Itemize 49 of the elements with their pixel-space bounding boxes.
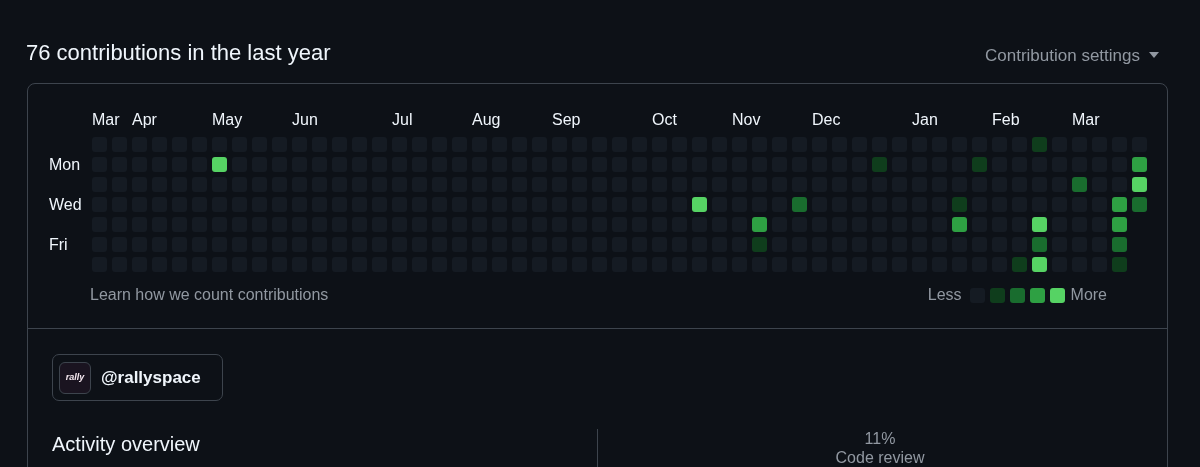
- contribution-day[interactable]: [1032, 137, 1047, 152]
- month-label: Jan: [912, 111, 938, 128]
- month-label: Apr: [132, 111, 157, 128]
- contribution-day[interactable]: [1132, 157, 1147, 172]
- legend-more: More: [1070, 285, 1107, 305]
- month-label: Oct: [652, 111, 677, 128]
- contribution-day[interactable]: [792, 197, 807, 212]
- legend-less: Less: [927, 285, 962, 305]
- org-logo: rally: [59, 361, 91, 394]
- contribution-day[interactable]: [212, 157, 227, 172]
- contribution-day[interactable]: [1112, 197, 1127, 212]
- contribution-day[interactable]: [1112, 257, 1127, 272]
- weekday-label: Mon: [49, 157, 81, 172]
- month-label: Jul: [392, 111, 413, 128]
- contribution-day[interactable]: [872, 157, 887, 172]
- contribution-day[interactable]: [1032, 257, 1047, 272]
- activity-overview-title: Activity overview: [52, 433, 200, 455]
- contribution-day[interactable]: [1132, 177, 1147, 192]
- month-label: Jun: [292, 111, 318, 128]
- contributions-heading: 76 contributions in the last year: [26, 39, 331, 67]
- month-label: Dec: [812, 111, 841, 128]
- contribution-day[interactable]: [1032, 237, 1047, 252]
- contribution-day[interactable]: [952, 197, 967, 212]
- month-label: May: [212, 111, 243, 128]
- learn-link[interactable]: Learn how we count contributions: [90, 283, 329, 307]
- month-label: Nov: [732, 111, 761, 128]
- contribution-day[interactable]: [752, 217, 767, 232]
- contribution-day[interactable]: [1112, 217, 1127, 232]
- org-chip[interactable]: rally @rallyspace: [52, 354, 223, 401]
- weekday-label: Wed: [49, 197, 82, 212]
- caret-icon: [1148, 51, 1160, 60]
- month-label: Feb: [992, 111, 1020, 128]
- contribution-day[interactable]: [952, 217, 967, 232]
- weekday-label: Fri: [49, 237, 68, 252]
- month-label: Sep: [552, 111, 581, 128]
- contribution-day[interactable]: [1072, 177, 1087, 192]
- contribution-day[interactable]: [972, 157, 987, 172]
- code-review-label: Code review: [835, 448, 925, 467]
- contribution-day[interactable]: [1112, 237, 1127, 252]
- month-label: Mar: [1072, 111, 1100, 128]
- contribution-day[interactable]: [1132, 197, 1147, 212]
- code-review-share: 11%: [864, 429, 896, 448]
- contribution-day[interactable]: [1012, 257, 1027, 272]
- month-label: Mar: [92, 111, 120, 128]
- month-label: Aug: [472, 111, 501, 128]
- contribution-day[interactable]: [692, 197, 707, 212]
- contribution-day[interactable]: [752, 237, 767, 252]
- contribution-settings-menu[interactable]: Contribution settings: [985, 42, 1160, 68]
- contribution-day[interactable]: [1032, 217, 1047, 232]
